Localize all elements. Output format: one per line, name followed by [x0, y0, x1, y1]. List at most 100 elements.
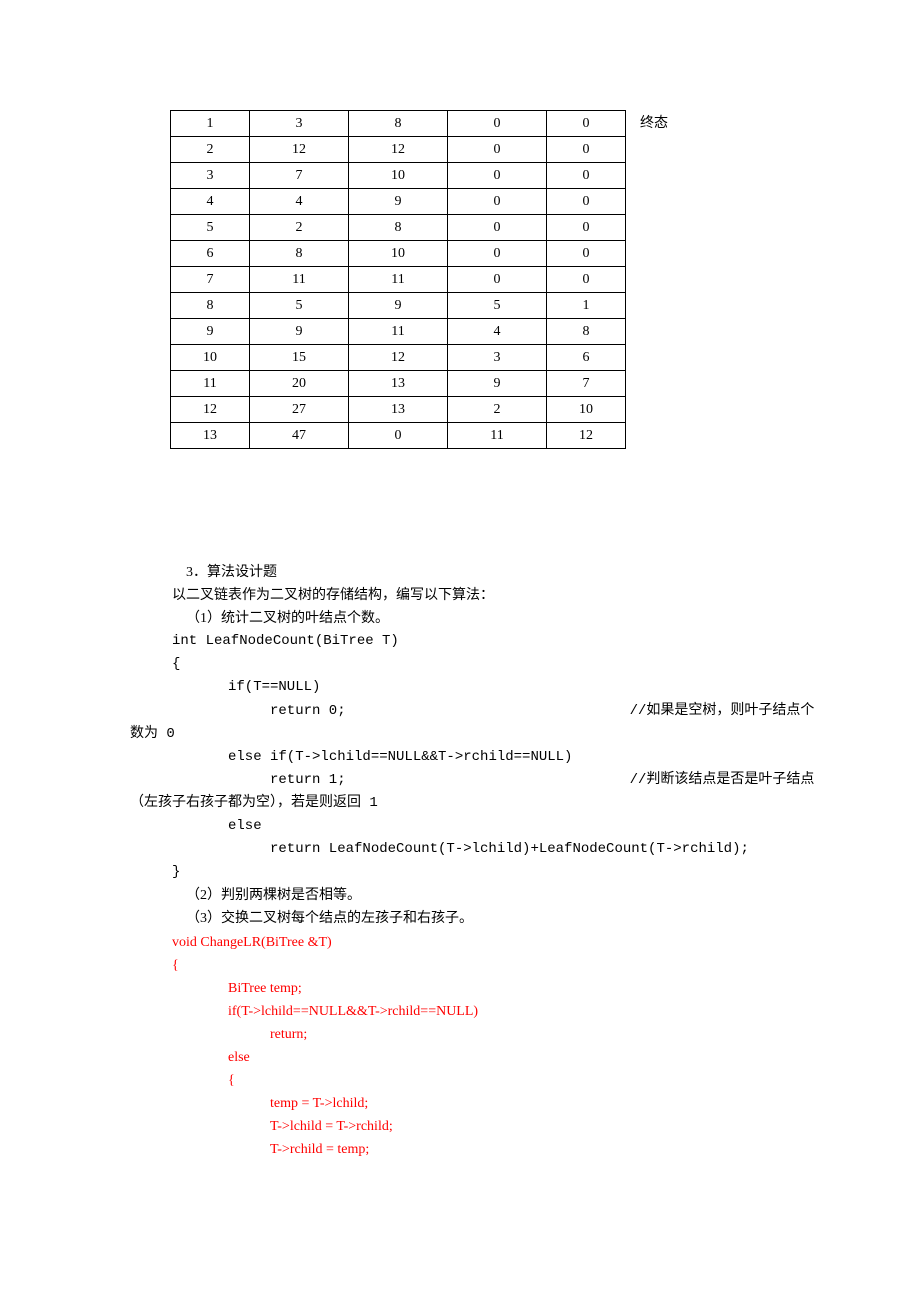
table-row: 991148: [171, 319, 626, 345]
cell: 0: [448, 215, 547, 241]
code-line: else if(T->lchild==NULL&&T->rchild==NULL…: [130, 746, 790, 769]
code-line: T->lchild = T->rchild;: [130, 1115, 790, 1138]
cell: 9: [349, 189, 448, 215]
table-row: 85951: [171, 293, 626, 319]
cell: 12: [171, 397, 250, 423]
storage-desc: 以二叉链表作为二叉树的存储结构，编写以下算法：: [130, 584, 790, 607]
cell: 0: [547, 267, 626, 293]
cell: 13: [171, 423, 250, 449]
cell: 0: [547, 189, 626, 215]
table-row: 11201397: [171, 371, 626, 397]
table-row: 13800: [171, 111, 626, 137]
cell: 7: [547, 371, 626, 397]
code-line: else: [130, 815, 790, 838]
cell: 10: [349, 241, 448, 267]
q3-label: （3）交换二叉树每个结点的左孩子和右孩子。: [130, 907, 790, 930]
cell: 12: [349, 137, 448, 163]
cell: 2: [448, 397, 547, 423]
cell: 9: [171, 319, 250, 345]
cell: 0: [547, 111, 626, 137]
code-line: （左孩子右孩子都为空），若是则返回 1: [130, 792, 790, 815]
cell: 9: [349, 293, 448, 319]
cell: 0: [547, 163, 626, 189]
cell: 12: [349, 345, 448, 371]
code-line: if(T==NULL): [130, 676, 790, 699]
table-row: 44900: [171, 189, 626, 215]
cell: 0: [547, 215, 626, 241]
cell: 3: [250, 111, 349, 137]
code-line: {: [130, 1069, 790, 1092]
cell: 8: [349, 111, 448, 137]
cell: 9: [250, 319, 349, 345]
code-text: return 1;: [270, 772, 346, 788]
table-row: 10151236: [171, 345, 626, 371]
cell: 10: [547, 397, 626, 423]
cell: 15: [250, 345, 349, 371]
code-line: T->rchild = temp;: [130, 1138, 790, 1161]
cell: 20: [250, 371, 349, 397]
code-line: if(T->lchild==NULL&&T->rchild==NULL): [130, 1000, 790, 1023]
code-line: void ChangeLR(BiTree &T): [130, 931, 790, 954]
table-annotation: 终态: [640, 112, 668, 135]
cell: 10: [349, 163, 448, 189]
cell: 11: [250, 267, 349, 293]
table-row: 681000: [171, 241, 626, 267]
cell: 3: [171, 163, 250, 189]
cell: 0: [448, 267, 547, 293]
section-title: 3．算法设计题: [130, 561, 790, 584]
cell: 5: [171, 215, 250, 241]
cell: 12: [547, 423, 626, 449]
cell: 2: [250, 215, 349, 241]
cell: 7: [250, 163, 349, 189]
cell: 12: [250, 137, 349, 163]
cell: 11: [171, 371, 250, 397]
code-line: else: [130, 1046, 790, 1069]
code-comment: //如果是空树，则叶子结点个: [346, 700, 815, 723]
code-line: BiTree temp;: [130, 977, 790, 1000]
cell: 4: [448, 319, 547, 345]
cell: 0: [349, 423, 448, 449]
cell: 0: [448, 163, 547, 189]
data-table: 13800 2121200 371000 44900 52800 681000 …: [170, 110, 626, 449]
cell: 0: [448, 241, 547, 267]
table-row: 134701112: [171, 423, 626, 449]
code-line: return LeafNodeCount(T->lchild)+LeafNode…: [130, 838, 790, 861]
cell: 1: [171, 111, 250, 137]
code-line: {: [130, 954, 790, 977]
code-line: int LeafNodeCount(BiTree T): [130, 630, 790, 653]
cell: 0: [448, 137, 547, 163]
code-line: return 0;//如果是空树，则叶子结点个: [130, 700, 790, 723]
cell: 6: [171, 241, 250, 267]
cell: 2: [171, 137, 250, 163]
q1-label: （1）统计二叉树的叶结点个数。: [130, 607, 790, 630]
cell: 9: [448, 371, 547, 397]
cell: 8: [547, 319, 626, 345]
code-line: }: [130, 861, 790, 884]
cell: 3: [448, 345, 547, 371]
cell: 13: [349, 371, 448, 397]
cell: 6: [547, 345, 626, 371]
cell: 8: [250, 241, 349, 267]
cell: 27: [250, 397, 349, 423]
cell: 11: [349, 319, 448, 345]
code-text: return 0;: [270, 703, 346, 719]
text-content: 3．算法设计题 以二叉链表作为二叉树的存储结构，编写以下算法： （1）统计二叉树…: [130, 561, 790, 1161]
q2-label: （2）判别两棵树是否相等。: [130, 884, 790, 907]
code-line: {: [130, 653, 790, 676]
cell: 0: [448, 111, 547, 137]
cell: 8: [171, 293, 250, 319]
cell: 11: [448, 423, 547, 449]
code-line: temp = T->lchild;: [130, 1092, 790, 1115]
cell: 0: [547, 241, 626, 267]
table-container: 13800 2121200 371000 44900 52800 681000 …: [130, 110, 790, 449]
cell: 0: [448, 189, 547, 215]
cell: 5: [250, 293, 349, 319]
code-comment: //判断该结点是否是叶子结点: [346, 769, 815, 792]
table-row: 52800: [171, 215, 626, 241]
code-line: return;: [130, 1023, 790, 1046]
code-line: return 1;//判断该结点是否是叶子结点: [130, 769, 790, 792]
cell: 7: [171, 267, 250, 293]
cell: 47: [250, 423, 349, 449]
table-row: 122713210: [171, 397, 626, 423]
cell: 4: [250, 189, 349, 215]
